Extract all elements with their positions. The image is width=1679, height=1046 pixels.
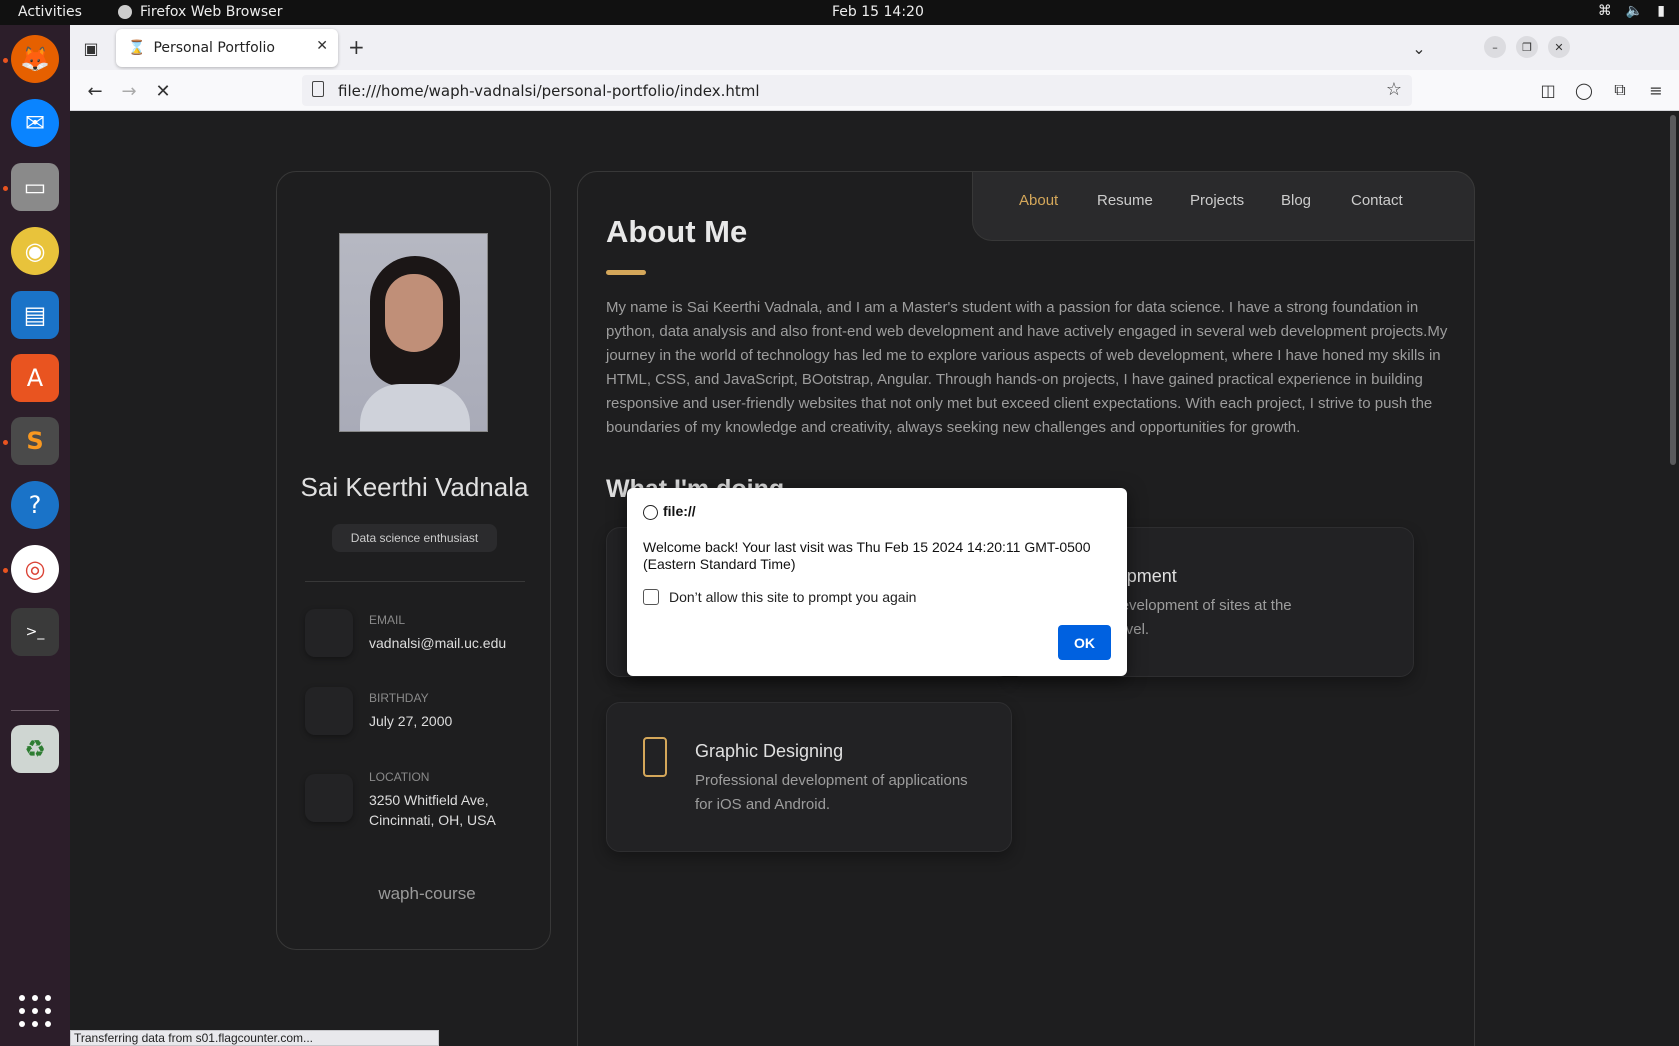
network-icon[interactable]: ⌘ (1598, 3, 1612, 19)
show-apps-icon[interactable] (19, 995, 51, 1027)
nav-blog[interactable]: Blog (1281, 192, 1311, 209)
dock-separator (11, 710, 59, 711)
email-link[interactable]: vadnalsi@mail.uc.edu (369, 633, 519, 653)
battery-icon[interactable]: ▮ (1657, 3, 1665, 19)
nav-contact[interactable]: Contact (1351, 192, 1403, 209)
phone-icon (643, 737, 667, 777)
main-navbar: About Resume Projects Blog Contact (972, 171, 1475, 241)
heading-underline (606, 270, 646, 275)
globe-icon (643, 505, 658, 520)
nav-resume[interactable]: Resume (1097, 192, 1153, 209)
thunderbird-icon[interactable]: ✉ (11, 99, 59, 147)
birthday-value: July 27, 2000 (369, 713, 453, 729)
profile-sidebar: Sai Keerthi Vadnala Data science enthusi… (276, 171, 551, 950)
writer-icon[interactable]: ▤ (11, 291, 59, 339)
url-text[interactable]: file:///home/waph-vadnalsi/personal-port… (338, 82, 760, 100)
bookmark-star-icon[interactable]: ☆ (1386, 79, 1402, 100)
running-indicator (3, 186, 8, 191)
tab-title: Personal Portfolio (153, 40, 275, 56)
forward-button[interactable]: → (116, 78, 142, 104)
firefox-view-icon[interactable]: ▣ (78, 35, 104, 61)
location-icon (305, 774, 353, 822)
url-bar[interactable]: file:///home/waph-vadnalsi/personal-port… (302, 75, 1412, 106)
firefox-small-icon (118, 5, 132, 19)
minimize-button[interactable]: – (1484, 36, 1506, 58)
page-icon (312, 81, 324, 97)
volume-icon[interactable]: 🔈 (1626, 3, 1643, 19)
profile-photo (339, 233, 488, 432)
running-indicator (3, 568, 8, 573)
extensions-icon[interactable]: ⧉ (1608, 78, 1632, 102)
back-button[interactable]: ← (82, 78, 108, 104)
calendar-icon (305, 687, 353, 735)
firefox-icon[interactable]: 🦊 (11, 35, 59, 83)
nav-projects[interactable]: Projects (1190, 192, 1244, 209)
contact-label: Location (369, 770, 430, 784)
close-tab-icon[interactable]: ✕ (316, 38, 328, 54)
activities-button[interactable]: Activities (18, 4, 82, 20)
service-card-graphic-designing: Graphic Designing Professional developme… (606, 702, 1012, 852)
about-paragraph: My name is Sai Keerthi Vadnala, and I am… (606, 299, 1448, 436)
files-icon[interactable]: ▭ (11, 163, 59, 211)
close-window-button[interactable]: ✕ (1548, 36, 1570, 58)
dock: 🦊 ✉ ▭ ◉ ▤ A S ? ◎ >_ ♻ (0, 25, 70, 1046)
help-icon[interactable]: ? (11, 481, 59, 529)
profile-title-badge: Data science enthusiast (332, 524, 497, 552)
page-scrollbar[interactable] (1670, 115, 1676, 465)
chrome-icon[interactable]: ◎ (11, 545, 59, 593)
contact-label: Birthday (369, 691, 429, 705)
alert-dialog: file:// Welcome back! Your last visit wa… (627, 488, 1127, 676)
app-menu[interactable]: Firefox Web Browser (118, 4, 283, 20)
dialog-origin: file:// (663, 503, 696, 519)
app-center-icon[interactable]: A (11, 354, 59, 402)
account-icon[interactable]: ◯ (1572, 78, 1596, 102)
restore-button[interactable]: ❐ (1516, 36, 1538, 58)
system-tray[interactable]: ⌘ 🔈 ▮ (1598, 3, 1665, 19)
dont-allow-checkbox[interactable] (643, 589, 659, 605)
dialog-message: Welcome back! Your last visit was Thu Fe… (643, 539, 1091, 572)
dont-allow-label[interactable]: Don’t allow this site to prompt you agai… (669, 589, 916, 605)
loading-hourglass-icon: ⌛ (128, 40, 146, 56)
tab-bar: ▣ ⌛ Personal Portfolio ✕ + ⌄ – ❐ ✕ (70, 25, 1679, 70)
location-value: 3250 Whitfield Ave, Cincinnati, OH, USA (369, 792, 496, 828)
ok-button[interactable]: OK (1058, 625, 1111, 660)
running-indicator (3, 440, 8, 445)
sidebar-footer: waph-course (378, 884, 476, 903)
list-tabs-icon[interactable]: ⌄ (1406, 35, 1432, 61)
profile-name: Sai Keerthi Vadnala (300, 472, 529, 502)
service-description: Professional development of applications… (695, 772, 968, 813)
nav-about[interactable]: About (1019, 192, 1058, 209)
tab-personal-portfolio[interactable]: ⌛ Personal Portfolio ✕ (116, 29, 338, 67)
sublime-text-icon[interactable]: S (11, 417, 59, 465)
menu-icon[interactable]: ≡ (1644, 78, 1668, 102)
system-top-bar: Activities Firefox Web Browser Feb 15 14… (0, 0, 1679, 25)
status-bar: Transferring data from s01.flagcounter.c… (70, 1030, 439, 1046)
navigation-toolbar: ← → ✕ file:///home/waph-vadnalsi/persona… (70, 70, 1679, 111)
clock[interactable]: Feb 15 14:20 (832, 4, 924, 20)
trash-icon[interactable]: ♻ (11, 725, 59, 773)
running-indicator (3, 58, 8, 63)
rhythmbox-icon[interactable]: ◉ (11, 227, 59, 275)
terminal-icon[interactable]: >_ (11, 608, 59, 656)
about-heading: About Me (606, 214, 748, 249)
contact-label: Email (369, 613, 406, 627)
service-title: Graphic Designing (695, 741, 844, 761)
mail-icon (305, 609, 353, 657)
sidebar-divider (305, 581, 525, 582)
app-name-label: Firefox Web Browser (140, 4, 283, 20)
pocket-icon[interactable]: ◫ (1536, 78, 1560, 102)
new-tab-button[interactable]: + (348, 35, 365, 59)
stop-loading-button[interactable]: ✕ (150, 78, 176, 104)
